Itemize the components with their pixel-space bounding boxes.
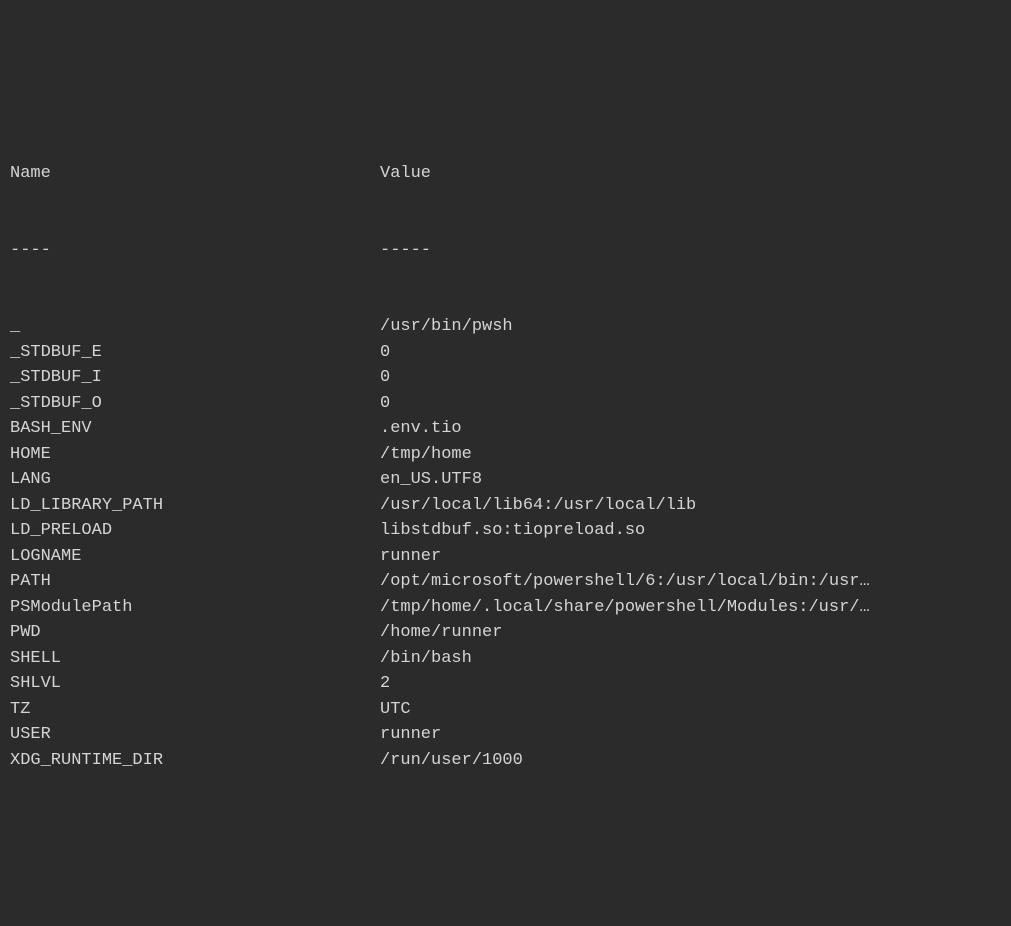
env-value: 2 bbox=[380, 671, 1001, 697]
env-name: PWD bbox=[10, 620, 380, 646]
env-name: HOME bbox=[10, 442, 380, 468]
table-row: LANGen_US.UTF8 bbox=[10, 467, 1001, 493]
env-name: LANG bbox=[10, 467, 380, 493]
env-name: PSModulePath bbox=[10, 595, 380, 621]
env-value: runner bbox=[380, 544, 1001, 570]
table-row: USERrunner bbox=[10, 722, 1001, 748]
env-value: /home/runner bbox=[380, 620, 1001, 646]
env-name: _STDBUF_I bbox=[10, 365, 380, 391]
env-value: UTC bbox=[380, 697, 1001, 723]
table-row: LOGNAMErunner bbox=[10, 544, 1001, 570]
env-name: SHLVL bbox=[10, 671, 380, 697]
header-value-dashes: ----- bbox=[380, 238, 1001, 264]
env-name: LD_PRELOAD bbox=[10, 518, 380, 544]
env-rows: _/usr/bin/pwsh_STDBUF_E0_STDBUF_I0_STDBU… bbox=[10, 314, 1001, 773]
env-name: XDG_RUNTIME_DIR bbox=[10, 748, 380, 774]
table-row: SHLVL2 bbox=[10, 671, 1001, 697]
env-name: _ bbox=[10, 314, 380, 340]
env-value: 0 bbox=[380, 391, 1001, 417]
header-underline: ---- ----- bbox=[10, 238, 1001, 264]
table-row: PSModulePath/tmp/home/.local/share/power… bbox=[10, 595, 1001, 621]
env-name: _STDBUF_O bbox=[10, 391, 380, 417]
table-row: _STDBUF_I0 bbox=[10, 365, 1001, 391]
env-name: _STDBUF_E bbox=[10, 340, 380, 366]
env-value: /tmp/home bbox=[380, 442, 1001, 468]
header-row: Name Value bbox=[10, 161, 1001, 187]
env-value: en_US.UTF8 bbox=[380, 467, 1001, 493]
env-value: runner bbox=[380, 722, 1001, 748]
table-row: TZUTC bbox=[10, 697, 1001, 723]
table-row: BASH_ENV.env.tio bbox=[10, 416, 1001, 442]
env-value: .env.tio bbox=[380, 416, 1001, 442]
env-value: /tmp/home/.local/share/powershell/Module… bbox=[380, 595, 1001, 621]
env-value: /run/user/1000 bbox=[380, 748, 1001, 774]
terminal-output: Name Value ---- ----- _/usr/bin/pwsh_STD… bbox=[10, 110, 1001, 799]
table-row: XDG_RUNTIME_DIR/run/user/1000 bbox=[10, 748, 1001, 774]
env-value: /bin/bash bbox=[380, 646, 1001, 672]
table-row: PWD/home/runner bbox=[10, 620, 1001, 646]
env-value: 0 bbox=[380, 365, 1001, 391]
header-name: Name bbox=[10, 161, 380, 187]
table-row: LD_PRELOADlibstdbuf.so:tiopreload.so bbox=[10, 518, 1001, 544]
env-name: LD_LIBRARY_PATH bbox=[10, 493, 380, 519]
env-name: TZ bbox=[10, 697, 380, 723]
table-row: _/usr/bin/pwsh bbox=[10, 314, 1001, 340]
table-row: SHELL/bin/bash bbox=[10, 646, 1001, 672]
env-name: LOGNAME bbox=[10, 544, 380, 570]
env-value: libstdbuf.so:tiopreload.so bbox=[380, 518, 1001, 544]
env-name: SHELL bbox=[10, 646, 380, 672]
env-value: 0 bbox=[380, 340, 1001, 366]
table-row: _STDBUF_O0 bbox=[10, 391, 1001, 417]
env-name: PATH bbox=[10, 569, 380, 595]
table-row: PATH/opt/microsoft/powershell/6:/usr/loc… bbox=[10, 569, 1001, 595]
table-row: _STDBUF_E0 bbox=[10, 340, 1001, 366]
env-name: BASH_ENV bbox=[10, 416, 380, 442]
env-value: /usr/bin/pwsh bbox=[380, 314, 1001, 340]
header-value: Value bbox=[380, 161, 1001, 187]
env-value: /opt/microsoft/powershell/6:/usr/local/b… bbox=[380, 569, 1001, 595]
table-row: HOME/tmp/home bbox=[10, 442, 1001, 468]
table-row: LD_LIBRARY_PATH/usr/local/lib64:/usr/loc… bbox=[10, 493, 1001, 519]
env-value: /usr/local/lib64:/usr/local/lib bbox=[380, 493, 1001, 519]
header-name-dashes: ---- bbox=[10, 238, 380, 264]
env-name: USER bbox=[10, 722, 380, 748]
